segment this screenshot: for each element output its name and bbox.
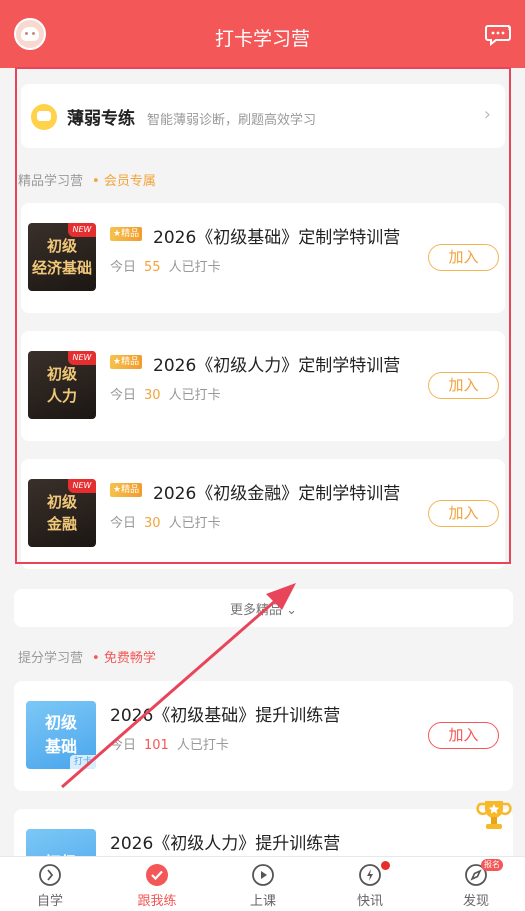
tab-self-study[interactable]: 自学: [10, 857, 90, 911]
join-button[interactable]: 加入: [428, 722, 499, 749]
upgrade-section-label: 提分学习营: [18, 651, 84, 666]
camp-thumbnail: 初级 基础 打卡: [26, 701, 96, 769]
tab-label: 自学: [36, 894, 63, 909]
play-icon: [252, 864, 274, 886]
upgrade-section-tag: • 免费畅学: [92, 651, 156, 666]
flash-icon: [359, 864, 381, 886]
tab-label: 上课: [249, 894, 276, 909]
camp-title: 2026《初级基础》提升训练营: [110, 706, 341, 726]
page-title: 打卡学习营: [214, 28, 310, 50]
upgrade-camp-card[interactable]: 初级 基础 打卡 2026《初级基础》提升训练营 今日 101 人已打卡 加入: [14, 681, 513, 791]
self-study-icon: [39, 864, 61, 886]
checkin-tag: 打卡: [70, 755, 96, 769]
tab-discover[interactable]: 报名 发现: [436, 857, 516, 911]
annotation-highlight-box: [15, 67, 511, 564]
trophy-icon[interactable]: [475, 796, 513, 834]
camp-title: 2026《初级人力》提升训练营: [110, 834, 341, 854]
tab-label: 快讯: [356, 894, 383, 909]
header-bar: 打卡学习营 !: [0, 0, 525, 68]
tab-news[interactable]: 快讯: [330, 857, 410, 911]
notification-dot: [381, 861, 390, 870]
message-icon[interactable]: !: [485, 22, 513, 46]
tab-practice[interactable]: 跟我练: [117, 857, 197, 911]
tab-class[interactable]: 上课: [223, 857, 303, 911]
more-premium-button[interactable]: 更多精品 ⌄: [14, 589, 513, 627]
signup-badge: 报名: [481, 859, 503, 871]
svg-text:!: !: [507, 24, 510, 32]
thumbnail-text: 初级 基础: [44, 713, 77, 756]
camp-stat: 今日 101 人已打卡: [110, 738, 229, 753]
more-label: 更多精品 ⌄: [229, 603, 298, 618]
practice-icon: [146, 864, 168, 886]
tab-label: 跟我练: [137, 894, 177, 909]
bottom-tab-bar: 自学 跟我练 上课 快讯 报名 发现: [0, 856, 525, 911]
tab-label: 发现: [462, 894, 489, 909]
